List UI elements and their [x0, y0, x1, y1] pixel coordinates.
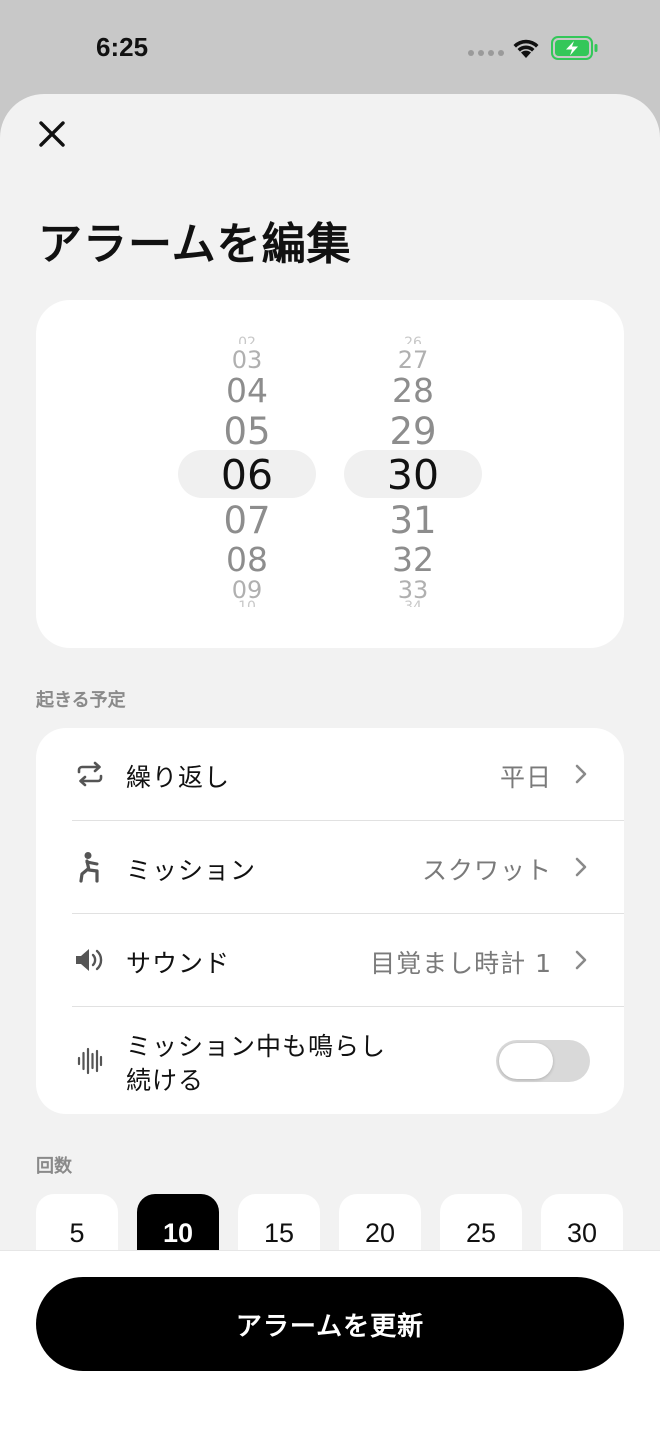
- bottom-bar: アラームを更新: [0, 1250, 660, 1434]
- minute-option[interactable]: 34: [344, 600, 482, 607]
- selected-hour[interactable]: 06: [178, 455, 316, 496]
- minute-option[interactable]: 29: [344, 413, 482, 450]
- mission-label: ミッション: [126, 856, 257, 885]
- page-title: アラームを編集: [38, 219, 352, 270]
- edit-alarm-sheet: アラームを編集 02 03 04 05 06 07 08 09 10 26 27…: [0, 94, 660, 1434]
- selected-minute[interactable]: 30: [344, 455, 482, 496]
- repeat-row[interactable]: 繰り返し 平日: [36, 728, 624, 821]
- keep-ringing-label-line2: 続ける: [126, 1066, 205, 1095]
- wifi-icon: [513, 39, 539, 58]
- chevron-right-icon: [575, 857, 587, 877]
- keep-ringing-toggle[interactable]: [496, 1040, 590, 1082]
- toggle-knob: [499, 1043, 553, 1079]
- status-time: 6:25: [96, 32, 149, 62]
- chevron-right-icon: [575, 950, 587, 970]
- status-bar: 6:25: [0, 0, 660, 94]
- hour-option[interactable]: 07: [178, 502, 316, 539]
- minute-wheel[interactable]: 26 27 28 29 30 31 32 33 34: [344, 300, 482, 648]
- wake-settings-card: 繰り返し 平日 ミッション スクワット サウンド 目覚まし時計 1 ミッション中…: [36, 728, 624, 1114]
- hour-option[interactable]: 09: [178, 578, 316, 600]
- hour-wheel[interactable]: 02 03 04 05 06 07 08 09 10: [178, 300, 316, 648]
- hour-option[interactable]: 02: [178, 336, 316, 344]
- repeat-value: 平日: [499, 763, 552, 792]
- repeat-icon: [74, 758, 106, 790]
- minute-option[interactable]: 26: [344, 336, 482, 344]
- sound-label: サウンド: [126, 949, 231, 978]
- close-icon: [39, 121, 65, 147]
- minute-option[interactable]: 32: [344, 543, 482, 576]
- minute-option[interactable]: 33: [344, 578, 482, 600]
- hour-option[interactable]: 03: [178, 348, 316, 372]
- hour-option[interactable]: 05: [178, 413, 316, 450]
- hour-option[interactable]: 04: [178, 374, 316, 407]
- mission-value: スクワット: [421, 856, 552, 885]
- keep-ringing-label-line1: ミッション中も鳴らし: [126, 1032, 387, 1061]
- hour-option[interactable]: 10: [178, 600, 316, 607]
- mission-row[interactable]: ミッション スクワット: [36, 821, 624, 914]
- count-section-label: 回数: [36, 1156, 72, 1177]
- close-button[interactable]: [34, 116, 70, 152]
- cellular-signal-icon: [468, 50, 504, 56]
- minute-option[interactable]: 27: [344, 348, 482, 372]
- repeat-label: 繰り返し: [126, 763, 231, 792]
- wake-section-label: 起きる予定: [36, 690, 126, 711]
- minute-option[interactable]: 28: [344, 374, 482, 407]
- sound-row[interactable]: サウンド 目覚まし時計 1: [36, 914, 624, 1007]
- sound-value: 目覚まし時計 1: [370, 949, 552, 978]
- keep-ringing-row: ミッション中も鳴らし 続ける: [36, 1007, 624, 1114]
- battery-charging-icon: [551, 36, 598, 60]
- chevron-right-icon: [575, 764, 587, 784]
- waveform-icon: [74, 1045, 106, 1077]
- exercise-icon: [74, 851, 106, 883]
- minute-option[interactable]: 31: [344, 502, 482, 539]
- update-alarm-button[interactable]: アラームを更新: [36, 1277, 624, 1371]
- hour-option[interactable]: 08: [178, 543, 316, 576]
- time-picker: 02 03 04 05 06 07 08 09 10 26 27 28 29 3…: [36, 300, 624, 648]
- speaker-icon: [74, 944, 106, 976]
